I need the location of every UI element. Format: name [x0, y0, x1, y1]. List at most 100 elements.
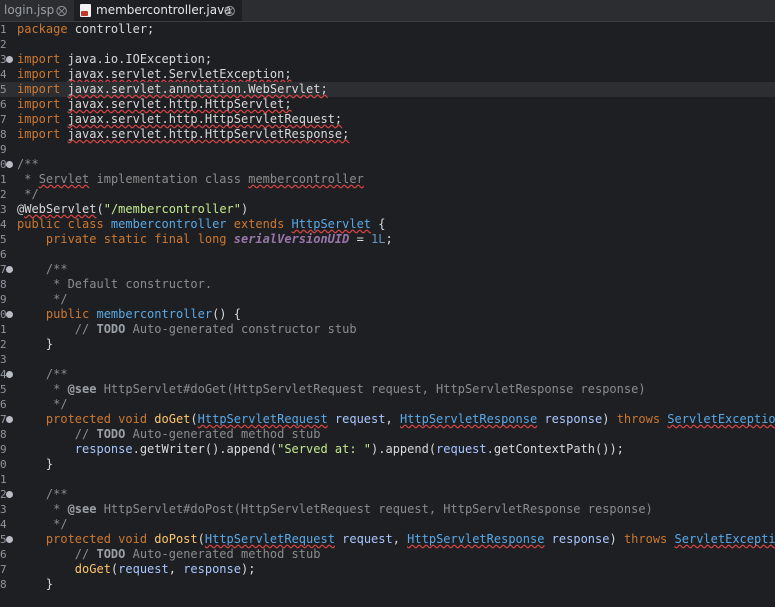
code-line[interactable]: 2 — [0, 37, 775, 52]
code-line[interactable]: 5 import javax.servlet.annotation.WebServ… — [0, 82, 775, 97]
code-token: javax.servlet.http.HttpServlet; — [67, 97, 292, 111]
code-text: * @see HttpServlet#doPost(HttpServletReq… — [17, 502, 653, 517]
line-number: 4 — [0, 218, 7, 231]
code-line[interactable]: 1 * Servlet implementation class memberc… — [0, 172, 775, 187]
code-text: protected void doPost(HttpServletRequest… — [17, 532, 775, 547]
code-token: , — [392, 532, 408, 546]
code-line[interactable]: 7 protected void doGet(HttpServletReques… — [0, 412, 775, 427]
code-line[interactable]: 6 */ — [0, 397, 775, 412]
fold-toggle-icon[interactable] — [6, 56, 13, 63]
code-line[interactable]: 8 } — [0, 577, 775, 592]
code-text: import javax.servlet.http.HttpServlet; — [17, 97, 292, 112]
code-editor[interactable]: 1 package controller; 2 3 import java.io.IOE… — [0, 22, 775, 607]
fold-toggle-icon[interactable] — [6, 416, 13, 423]
line-number: 1 — [0, 473, 7, 486]
fold-toggle-icon[interactable] — [6, 266, 13, 273]
line-number: 7 — [0, 563, 7, 576]
code-line[interactable]: 7 /** — [0, 262, 775, 277]
code-line[interactable]: 6 import javax.servlet.http.HttpServlet; — [0, 97, 775, 112]
code-line[interactable]: 1 — [0, 472, 775, 487]
fold-toggle-icon[interactable] — [6, 371, 13, 378]
code-token: request — [118, 562, 169, 576]
line-number: 9 — [0, 143, 7, 156]
code-line[interactable]: 5 * @see HttpServlet#doGet(HttpServletRe… — [0, 382, 775, 397]
code-text: package controller; — [17, 22, 154, 37]
code-line[interactable]: 4 public class membercontroller extends H… — [0, 217, 775, 232]
code-line[interactable]: 3 import java.io.IOException; — [0, 52, 775, 67]
line-number: 9 — [0, 443, 7, 456]
close-icon[interactable]: ⨂ — [224, 0, 235, 21]
code-line[interactable]: 2 */ — [0, 187, 775, 202]
code-token: implementation class — [89, 172, 249, 186]
code-line[interactable]: 2 /** — [0, 487, 775, 502]
code-token: /** — [17, 487, 68, 501]
code-line[interactable]: 3 — [0, 352, 775, 367]
code-text: */ — [17, 292, 68, 307]
code-token: import — [17, 67, 68, 81]
code-line[interactable]: 8 // TODO Auto-generated method stub — [0, 427, 775, 442]
code-text: public class membercontroller extends Ht… — [17, 217, 385, 232]
code-token: protected void — [17, 532, 155, 546]
code-line[interactable]: 1 package controller; — [0, 22, 775, 37]
code-line[interactable]: 3 * @see HttpServlet#doPost(HttpServletR… — [0, 502, 775, 517]
code-line[interactable]: 4 /** — [0, 367, 775, 382]
code-text: // TODO Auto-generated method stub — [17, 547, 321, 562]
code-line[interactable]: 4 import javax.servlet.ServletException; — [0, 67, 775, 82]
code-text: * @see HttpServlet#doGet(HttpServletRequ… — [17, 382, 646, 397]
code-token: */ — [17, 292, 68, 306]
code-token: java.io.IOException; — [67, 52, 213, 66]
code-token: HttpServletRequest — [197, 412, 328, 426]
code-line[interactable]: 0 public membercontroller() { — [0, 307, 775, 322]
code-text: */ — [17, 187, 38, 202]
code-line[interactable]: 6 — [0, 247, 775, 262]
code-token: HttpServlet#doGet(HttpServletRequest req… — [96, 382, 646, 396]
code-line[interactable]: 4 */ — [0, 517, 775, 532]
code-token: import — [17, 97, 68, 111]
code-line[interactable]: 0/** — [0, 157, 775, 172]
code-line[interactable]: 9 response.getWriter().append("Served at… — [0, 442, 775, 457]
code-token: request — [334, 532, 393, 546]
code-text: */ — [17, 517, 67, 532]
code-token: // — [17, 427, 97, 441]
code-token: ( — [96, 202, 104, 216]
fold-toggle-icon[interactable] — [6, 311, 13, 318]
code-line[interactable]: 6 // TODO Auto-generated method stub — [0, 547, 775, 562]
tab-login-jsp[interactable]: login.jsp ⨂ — [0, 0, 74, 21]
code-line[interactable]: 5 private static final long serialVersio… — [0, 232, 775, 247]
close-icon[interactable]: ⨂ — [56, 0, 67, 21]
line-number: 8 — [0, 128, 7, 141]
code-text: /** — [17, 262, 68, 277]
line-number: 5 — [0, 383, 7, 396]
code-token: throws — [623, 532, 675, 546]
code-line[interactable]: 1 // TODO Auto-generated constructor stu… — [0, 322, 775, 337]
code-text: import java.io.IOException; — [17, 52, 212, 67]
code-token: ); — [240, 562, 256, 576]
code-token: } — [17, 337, 54, 351]
code-token: ServletException — [674, 532, 775, 546]
code-line[interactable]: 3 @WebServlet("/membercontroller") — [0, 202, 775, 217]
fold-toggle-icon[interactable] — [6, 536, 13, 543]
line-number: 8 — [0, 278, 7, 291]
code-line[interactable]: 0 } — [0, 457, 775, 472]
fold-toggle-icon[interactable] — [6, 161, 13, 168]
tab-membercontroller-java[interactable]: membercontroller.java ⨂ — [74, 0, 242, 21]
code-line[interactable]: 9 */ — [0, 292, 775, 307]
code-line[interactable]: 5 protected void doPost(HttpServletReque… — [0, 532, 775, 547]
fold-toggle-icon[interactable] — [6, 491, 13, 498]
code-text: } — [17, 577, 53, 592]
code-token: Servlet — [38, 172, 90, 186]
code-token: ).append( — [371, 442, 437, 456]
line-number: 0 — [0, 458, 7, 471]
line-number: 6 — [0, 248, 7, 261]
tab-label: login.jsp — [4, 3, 55, 17]
code-line[interactable]: 7 doGet(request, response); — [0, 562, 775, 577]
code-line[interactable]: 9 — [0, 142, 775, 157]
code-line[interactable]: 8 import javax.servlet.http.HttpServletRe… — [0, 127, 775, 142]
code-text: /** — [17, 367, 68, 382]
code-line[interactable]: 7 import javax.servlet.http.HttpServletRe… — [0, 112, 775, 127]
code-text: doGet(request, response); — [17, 562, 256, 577]
code-line[interactable]: 8 * Default constructor. — [0, 277, 775, 292]
code-token: @see — [67, 382, 97, 396]
code-line[interactable]: 2 } — [0, 337, 775, 352]
code-text: // TODO Auto-generated method stub — [17, 427, 321, 442]
